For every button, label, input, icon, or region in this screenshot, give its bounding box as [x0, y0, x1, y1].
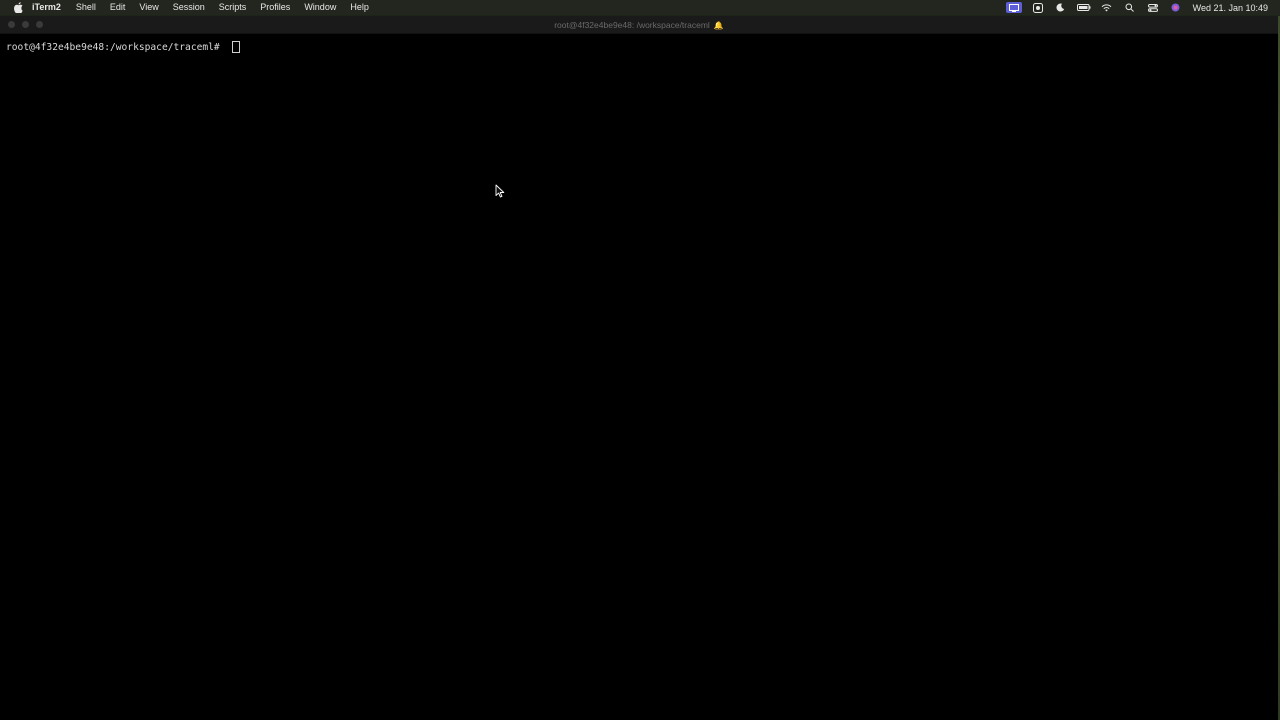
menu-view[interactable]: View	[139, 0, 158, 15]
window-title-container: root@4f32e4be9e48: /workspace/traceml 🔔	[0, 16, 1278, 34]
menu-edit[interactable]: Edit	[110, 0, 126, 15]
control-center-icon[interactable]	[1146, 2, 1160, 13]
status-area: Wed 21. Jan 10:49	[997, 0, 1268, 15]
menu-profiles[interactable]: Profiles	[260, 0, 290, 15]
window-titlebar[interactable]: root@4f32e4be9e48: /workspace/traceml 🔔	[0, 16, 1278, 34]
text-cursor	[231, 41, 240, 53]
apple-menu-icon[interactable]	[11, 0, 25, 15]
mouse-pointer-icon	[495, 184, 505, 198]
menu-window[interactable]: Window	[304, 0, 336, 15]
app-menu[interactable]: iTerm2	[32, 0, 61, 15]
spotlight-search-icon[interactable]	[1123, 2, 1137, 13]
menu-scripts[interactable]: Scripts	[219, 0, 247, 15]
terminal-session[interactable]: root@4f32e4be9e48:/workspace/traceml#	[0, 35, 1278, 720]
menu-shell[interactable]: Shell	[76, 0, 96, 15]
window-title: root@4f32e4be9e48: /workspace/traceml	[554, 20, 710, 30]
terminal-window: root@4f32e4be9e48: /workspace/traceml 🔔 r…	[0, 16, 1278, 720]
menu-bar: iTerm2 Shell Edit View Session Scripts P…	[0, 0, 1280, 15]
wifi-icon[interactable]	[1100, 2, 1114, 13]
focus-moon-icon[interactable]	[1054, 2, 1068, 13]
siri-icon[interactable]	[1169, 2, 1183, 13]
menu-session[interactable]: Session	[173, 0, 205, 15]
shell-prompt: root@4f32e4be9e48:/workspace/traceml#	[6, 41, 226, 53]
menu-help[interactable]: Help	[350, 0, 369, 15]
prompt-line: root@4f32e4be9e48:/workspace/traceml#	[6, 40, 1278, 54]
bell-icon: 🔔	[713, 21, 724, 30]
screen-recording-icon[interactable]	[1005, 2, 1022, 13]
menu-bar-clock[interactable]: Wed 21. Jan 10:49	[1193, 3, 1268, 13]
battery-icon[interactable]	[1076, 2, 1091, 13]
menu-extra-icon[interactable]	[1031, 2, 1045, 13]
